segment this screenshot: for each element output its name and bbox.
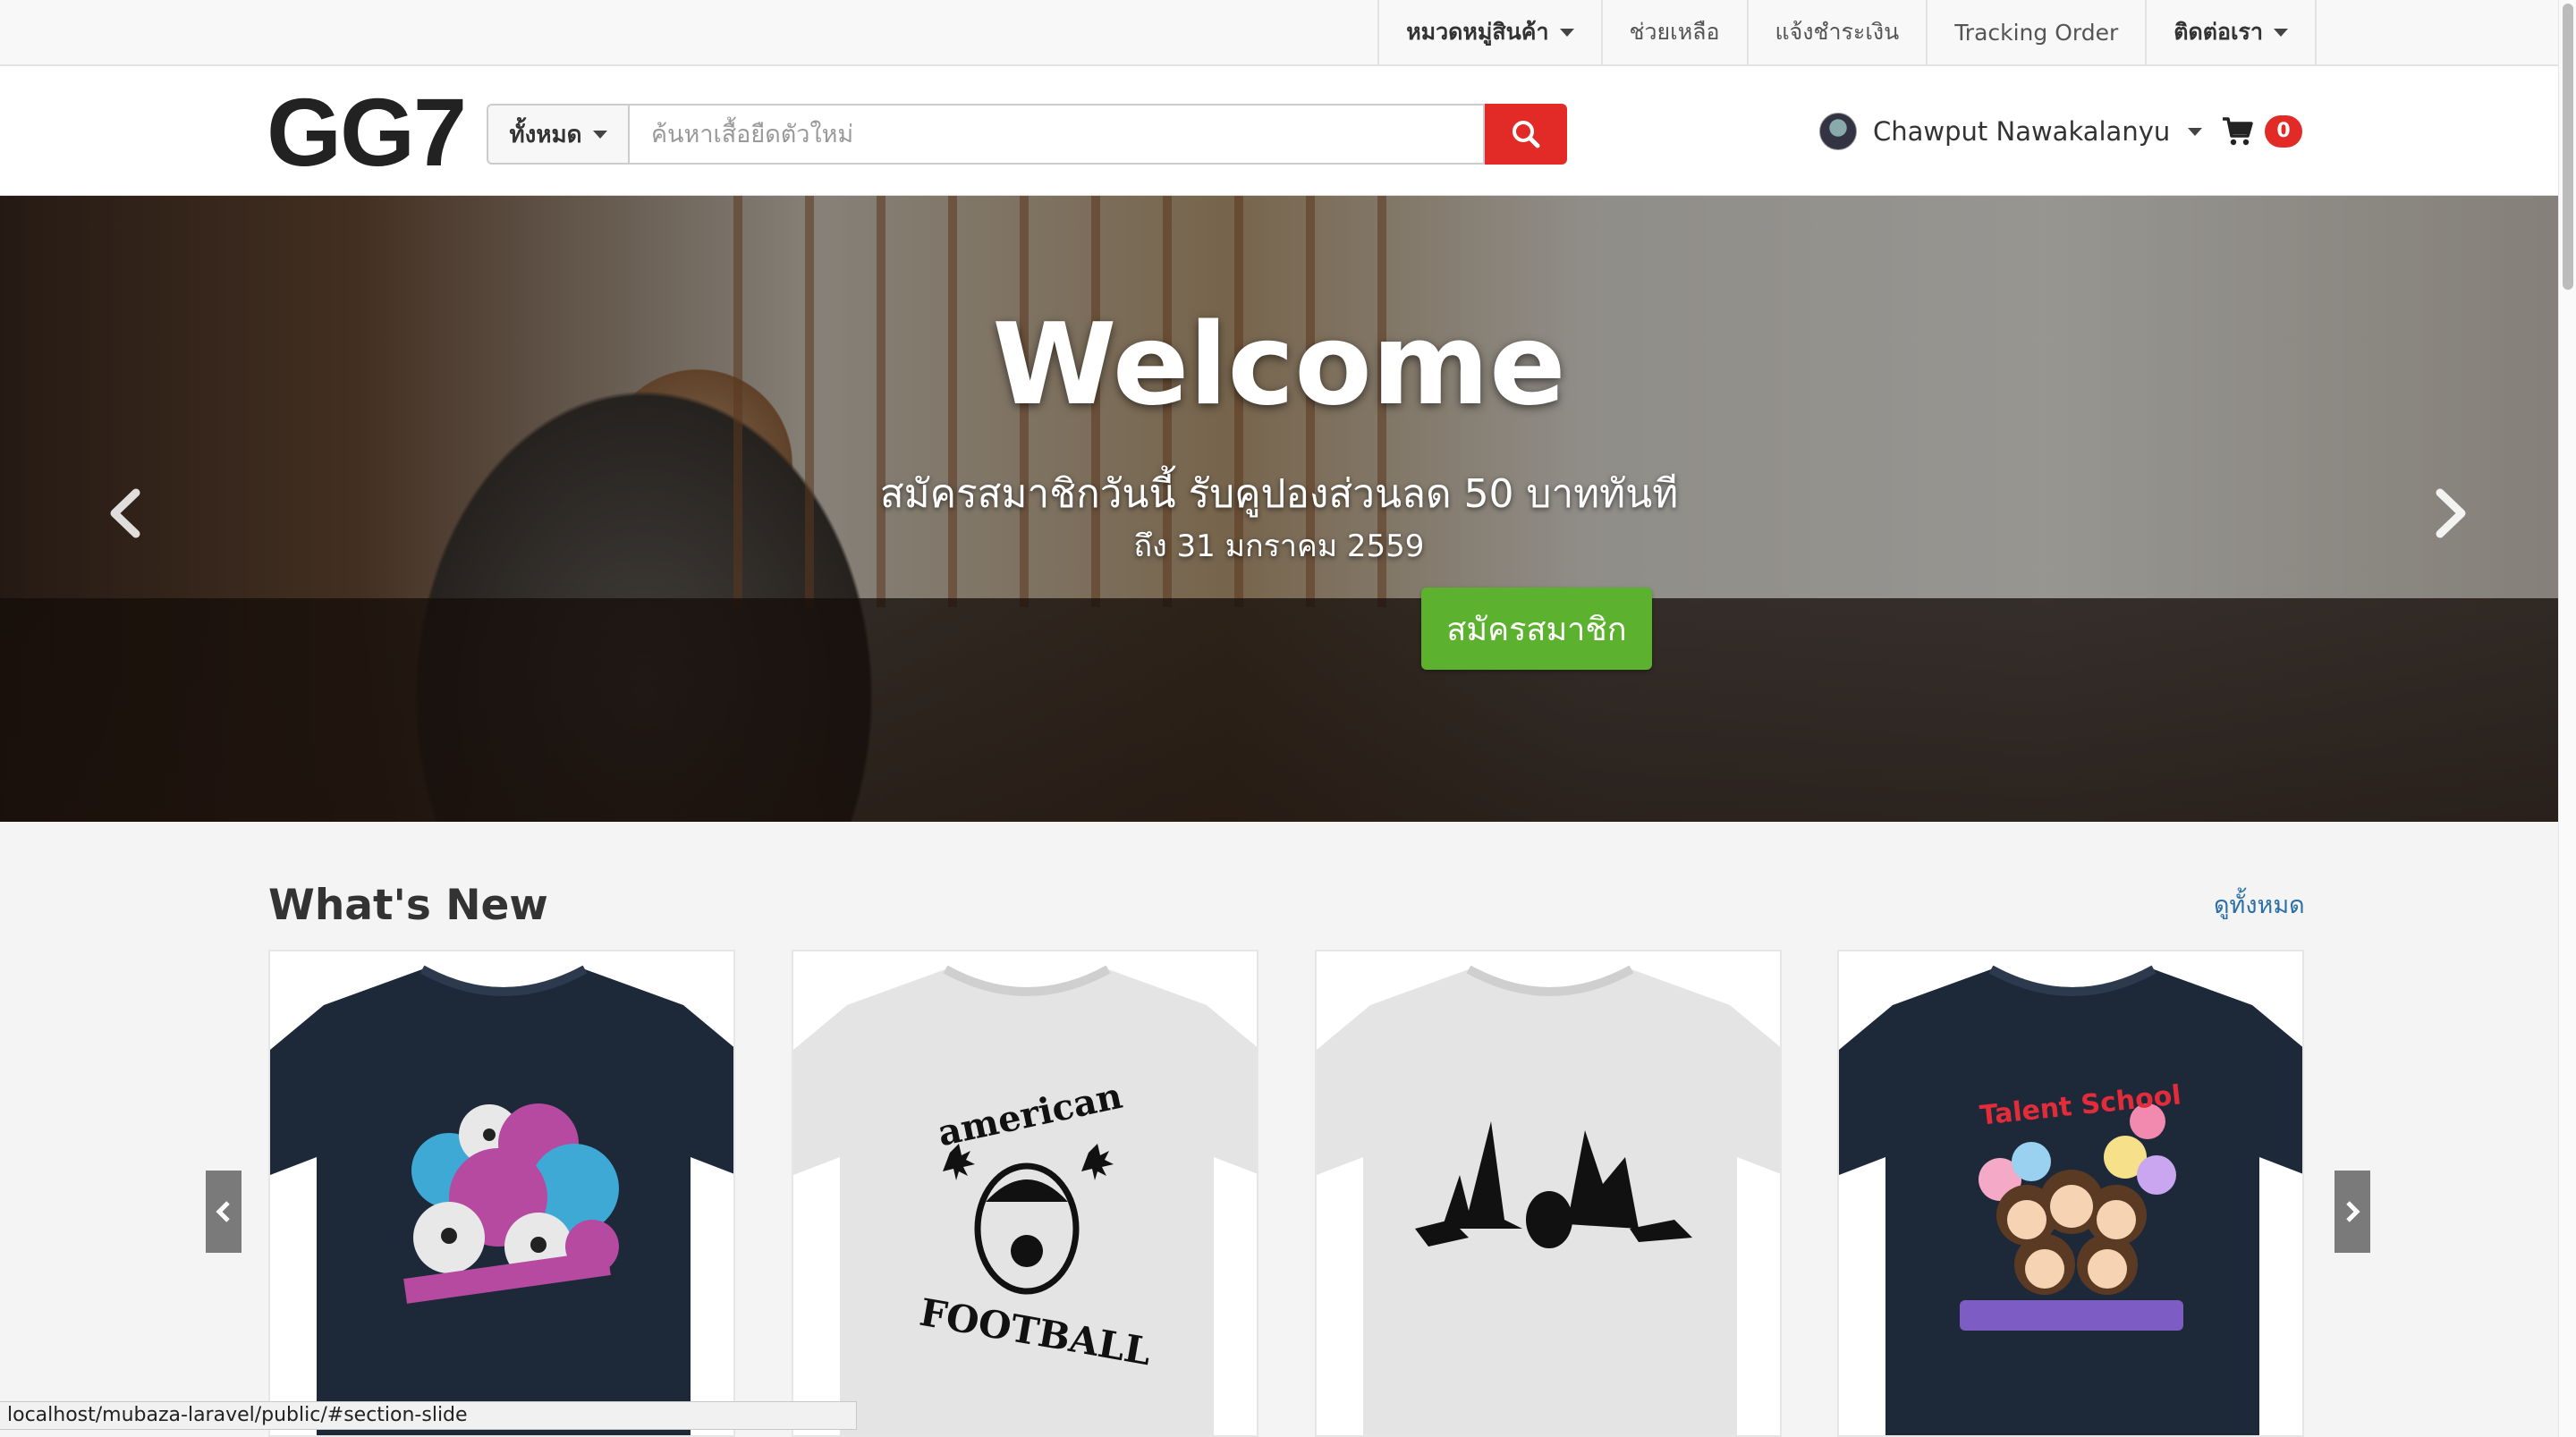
search-input[interactable]: [628, 104, 1485, 165]
scrollbar-thumb[interactable]: [2563, 4, 2573, 290]
search-icon: [1513, 121, 1540, 148]
page-scrollbar[interactable]: [2558, 0, 2576, 1437]
nav-categories[interactable]: หมวดหมู่สินค้า: [1379, 0, 1603, 64]
product-card[interactable]: Talent School: [1837, 950, 2304, 1437]
products-prev-button[interactable]: [206, 1171, 242, 1253]
hero-subtitle: สมัครสมาชิกวันนี้ รับคูปองส่วนลด 50 บาทท…: [879, 471, 1679, 517]
site-logo[interactable]: GG7: [267, 79, 467, 186]
chevron-down-icon: [592, 130, 607, 139]
carousel-prev-icon[interactable]: [98, 482, 152, 545]
products-next-button[interactable]: [2334, 1171, 2370, 1253]
top-utility-bar: หมวดหมู่สินค้า ช่วยเหลือ แจ้งชำระเงิน Tr…: [0, 0, 2558, 66]
hero-carousel: Welcome สมัครสมาชิกวันนี้ รับคูปองส่วนลด…: [0, 196, 2558, 822]
nav-tracking-order[interactable]: Tracking Order: [1928, 0, 2148, 64]
product-image: [1317, 965, 1780, 1435]
signup-button[interactable]: สมัครสมาชิก: [1421, 587, 1652, 670]
search-button[interactable]: [1485, 104, 1567, 165]
carousel-next-icon[interactable]: [2424, 482, 2478, 545]
browser-status-url: localhost/mubaza-laravel/public/#section…: [0, 1401, 857, 1430]
hero-date: ถึง 31 มกราคม 2559: [1133, 528, 1425, 564]
nav-payment-notify[interactable]: แจ้งชำระเงิน: [1749, 0, 1928, 64]
avatar: [1819, 113, 1857, 150]
product-image: [793, 965, 1257, 1435]
cart-icon: [2223, 117, 2253, 146]
chevron-left-icon: [216, 1201, 230, 1222]
product-image: [1839, 965, 2302, 1435]
chevron-down-icon: [2274, 28, 2288, 37]
nav-help[interactable]: ช่วยเหลือ: [1603, 0, 1749, 64]
cart-count-badge: 0: [2265, 115, 2302, 148]
site-header: GG7 ทั้งหมด Chawput Nawakalanyu 0: [0, 66, 2558, 196]
product-card[interactable]: american FOOTBALL: [792, 950, 1258, 1437]
product-card[interactable]: [1315, 950, 1782, 1437]
nav-help-label: ช่วยเหลือ: [1629, 19, 1720, 45]
user-name: Chawput Nawakalanyu: [1873, 116, 2171, 147]
search-category-dropdown[interactable]: ทั้งหมด: [487, 104, 628, 165]
chevron-down-icon: [1559, 28, 1574, 37]
top-nav: หมวดหมู่สินค้า ช่วยเหลือ แจ้งชำระเงิน Tr…: [1377, 0, 2317, 64]
chevron-down-icon: [2188, 127, 2203, 136]
chevron-right-icon: [2346, 1201, 2360, 1222]
product-card[interactable]: [268, 950, 735, 1437]
search-category-label: ทั้งหมด: [509, 121, 582, 148]
hero-background-rail: [0, 598, 2558, 822]
cart-button[interactable]: 0: [2222, 109, 2302, 154]
see-all-link[interactable]: ดูทั้งหมด: [2214, 885, 2305, 924]
hero-title: Welcome: [992, 299, 1566, 430]
user-menu[interactable]: Chawput Nawakalanyu: [1819, 109, 2203, 154]
nav-payment-label: แจ้งชำระเงิน: [1775, 19, 1900, 45]
nav-categories-label: หมวดหมู่สินค้า: [1406, 19, 1549, 45]
product-image: [270, 965, 733, 1435]
section-title-whats-new: What's New: [268, 881, 548, 930]
nav-contact-label: ติดต่อเรา: [2174, 19, 2263, 45]
nav-contact[interactable]: ติดต่อเรา: [2147, 0, 2317, 64]
nav-tracking-label: Tracking Order: [1954, 19, 2119, 46]
